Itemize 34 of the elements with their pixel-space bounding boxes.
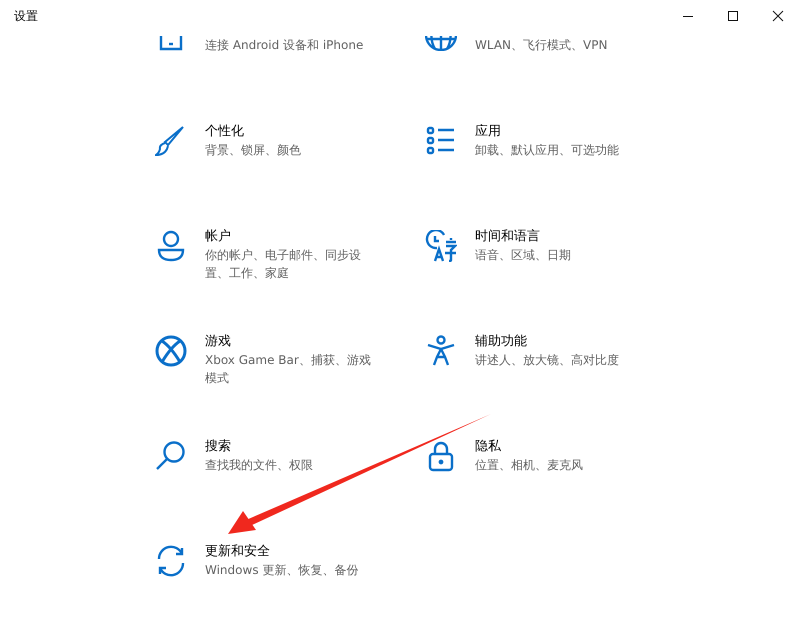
window-title: 设置 [14, 8, 39, 24]
xbox-icon [156, 336, 186, 366]
tile-title[interactable]: 帐户 [205, 227, 371, 246]
tile-title[interactable]: 个性化 [205, 122, 371, 141]
tile-description: 背景、锁屏、颜色 [205, 142, 302, 159]
list-icon [426, 126, 456, 154]
tile-description: 讲述人、放大镜、高对比度 [475, 352, 620, 369]
tile-description: 卸载、默认应用、可选功能 [475, 142, 620, 159]
sync-icon [158, 546, 184, 576]
tile-description: 语音、区域、日期 [475, 247, 572, 264]
phone-icon [160, 36, 182, 50]
lock-icon [428, 442, 454, 472]
tile-title[interactable]: 辅助功能 [475, 332, 641, 351]
tile-title[interactable]: 游戏 [205, 332, 371, 351]
search-icon [156, 441, 185, 470]
tile-description: Xbox Game Bar、捕获、游戏模式 [205, 352, 371, 387]
tile-description: 连接 Android 设备和 iPhone [205, 37, 364, 54]
clock-letter-icon [426, 230, 457, 262]
tile-title[interactable]: 时间和语言 [475, 227, 641, 246]
person-icon [158, 230, 184, 262]
maximize-icon [726, 10, 738, 22]
tile-title[interactable]: 搜索 [205, 437, 371, 456]
tile-description: 你的帐户、电子邮件、同步设置、工作、家庭 [205, 247, 362, 282]
paintbrush-icon [155, 126, 184, 156]
tile-title[interactable]: 隐私 [475, 437, 641, 456]
globe-icon [425, 36, 457, 51]
tile-description: 位置、相机、麦克风 [475, 457, 584, 474]
tile-title[interactable]: 更新和安全 [205, 542, 371, 561]
tile-description: 查找我的文件、权限 [205, 457, 314, 474]
tile-title[interactable]: 应用 [475, 122, 641, 141]
close-icon [772, 10, 784, 22]
accessibility-icon [426, 335, 456, 366]
tile-description: WLAN、飞行模式、VPN [475, 37, 608, 54]
tile-description: Windows 更新、恢复、备份 [205, 562, 360, 579]
